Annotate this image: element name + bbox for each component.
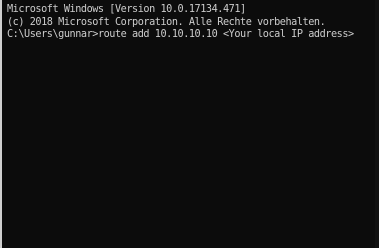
- command-line[interactable]: C:\Users\gunnar>route add 10.10.10.10 <Y…: [7, 29, 379, 42]
- version-line: Microsoft Windows [Version 10.0.17134.47…: [7, 4, 246, 15]
- prompt-path: C:\Users\gunnar>: [7, 29, 98, 40]
- command-text[interactable]: route add 10.10.10.10 <Your local IP add…: [98, 29, 354, 40]
- vertical-scrollbar[interactable]: [375, 0, 379, 248]
- copyright-line: (c) 2018 Microsoft Corporation. Alle Rec…: [7, 16, 326, 28]
- command-prompt-window[interactable]: Microsoft Windows [Version 10.0.17134.47…: [0, 0, 379, 248]
